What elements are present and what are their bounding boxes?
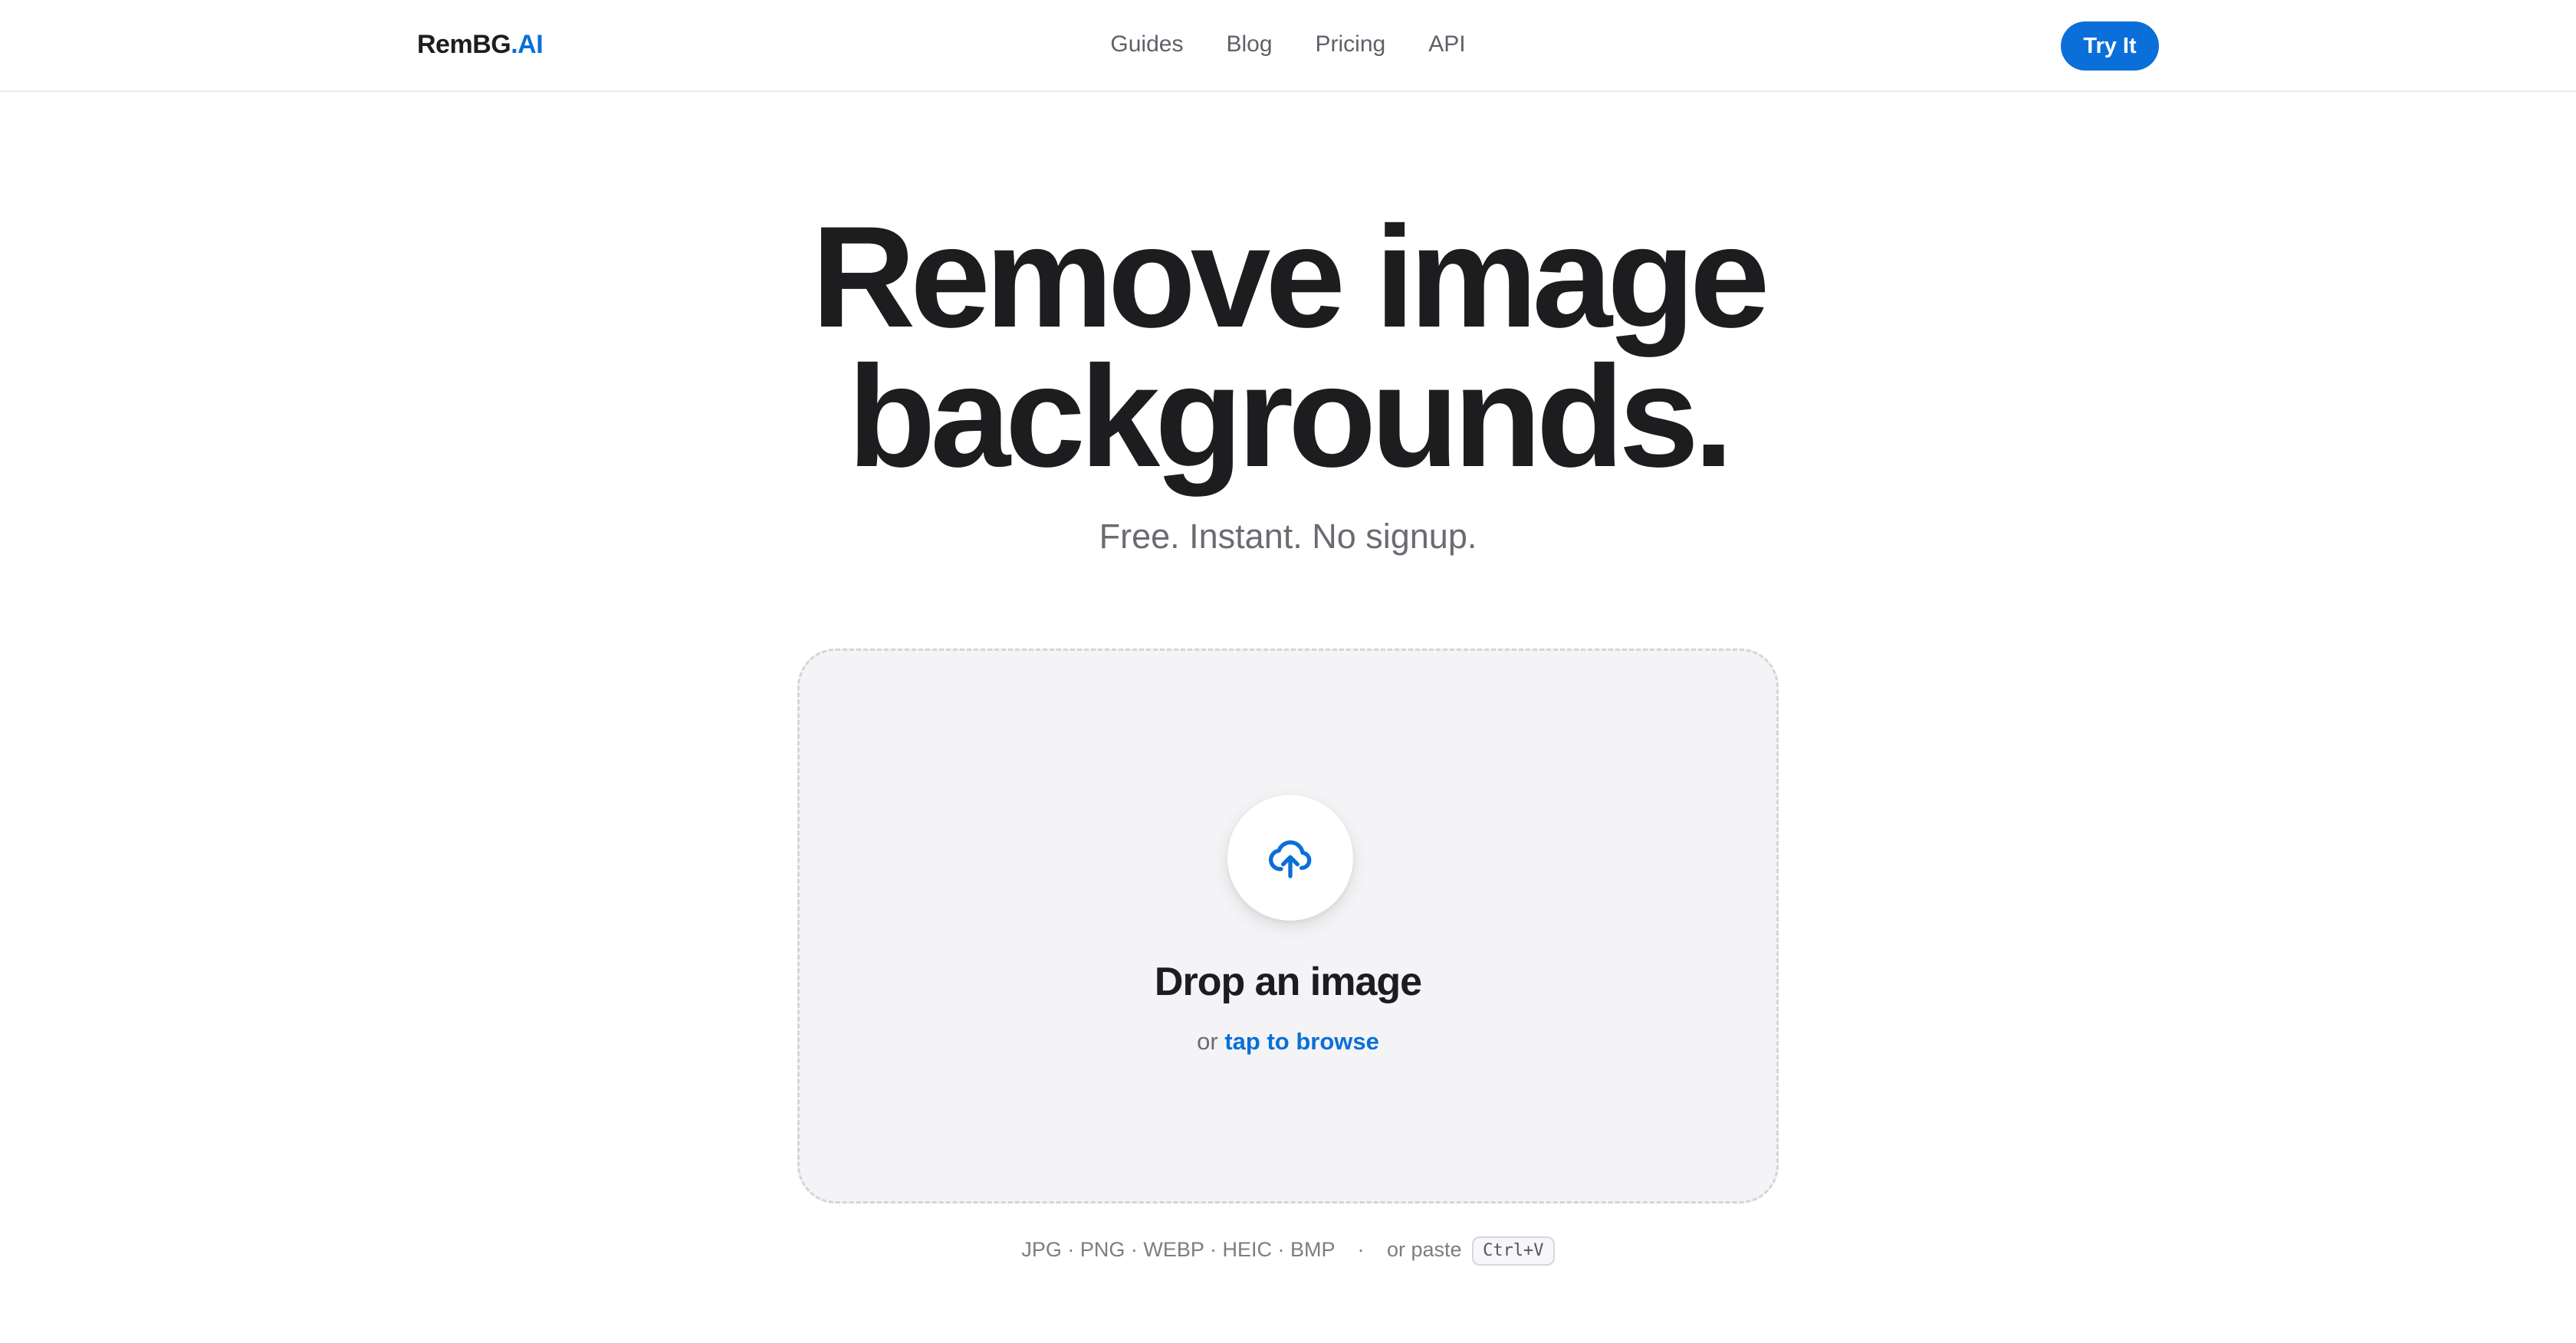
hero-title-line-1: Remove image xyxy=(811,196,1769,357)
image-dropzone[interactable]: Drop an image or tap to browse xyxy=(797,649,1779,1203)
upload-button[interactable] xyxy=(1227,795,1353,921)
cloud-upload-icon xyxy=(1269,840,1312,878)
nav-link-blog[interactable]: Blog xyxy=(1226,28,1272,61)
format-separator: · xyxy=(1357,1238,1365,1261)
hero-subtitle: Free. Instant. No signup. xyxy=(1099,517,1477,556)
nav-link-pricing[interactable]: Pricing xyxy=(1316,28,1386,61)
browse-link[interactable]: tap to browse xyxy=(1224,1028,1379,1055)
dropzone-hint: or tap to browse xyxy=(800,1025,1776,1059)
paste-hint: or paste xyxy=(1387,1238,1462,1261)
dropzone-or-text: or xyxy=(1197,1028,1218,1055)
nav-link-api[interactable]: API xyxy=(1428,28,1465,61)
hero-title-line-2: backgrounds. xyxy=(847,336,1734,497)
hero-title: Remove image backgrounds. xyxy=(0,205,2576,488)
top-header: RemBG.AI Guides Blog Pricing API Try It xyxy=(0,0,2576,92)
supported-formats: JPG · PNG · WEBP · HEIC · BMP · or paste… xyxy=(0,1233,2576,1266)
paste-shortcut-key: Ctrl+V xyxy=(1472,1236,1555,1266)
main-nav: Guides Blog Pricing API xyxy=(0,28,2576,61)
dropzone-title: Drop an image xyxy=(1154,960,1422,1004)
format-list: JPG · PNG · WEBP · HEIC · BMP xyxy=(1021,1238,1335,1261)
nav-link-guides[interactable]: Guides xyxy=(1110,28,1183,61)
try-it-button[interactable]: Try It xyxy=(2061,21,2159,71)
page: RemBG.AI Guides Blog Pricing API Try It … xyxy=(0,0,2576,1343)
